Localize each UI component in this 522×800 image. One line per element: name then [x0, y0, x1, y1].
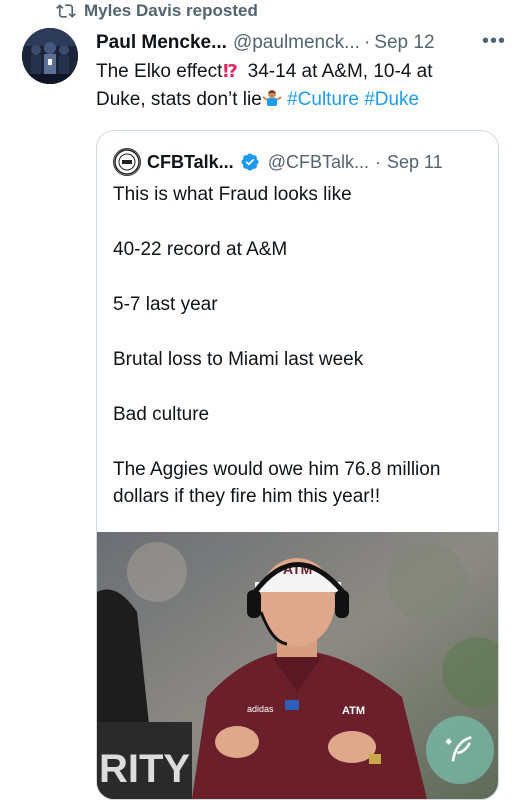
quoted-post-header: CFBTalk... @CFBTalk... · Sep 11	[113, 148, 443, 176]
brand-logo: adidas	[247, 704, 274, 714]
feather-plus-icon	[445, 736, 472, 762]
quoted-post[interactable]: CFBTalk... @CFBTalk... · Sep 11 This is …	[96, 130, 499, 800]
quoted-paragraph: This is what Fraud looks like	[113, 184, 352, 205]
svg-text:⁉: ⁉	[223, 61, 238, 80]
jersey-text: RITY	[99, 747, 190, 791]
repost-indicator[interactable]: Myles Davis reposted	[56, 0, 258, 22]
quoted-paragraph: Bad culture	[113, 404, 210, 425]
quoted-paragraph: Brutal loss to Miami last week	[113, 349, 364, 370]
quoted-author-handle[interactable]: @CFBTalk...	[268, 152, 369, 173]
more-options-icon[interactable]: •••	[482, 30, 506, 53]
quoted-post-date[interactable]: Sep 11	[387, 152, 443, 173]
separator-dot: ·	[374, 151, 381, 172]
person-shrugging-emoji-icon	[262, 90, 282, 106]
quoted-post-text: This is what Fraud looks like 40-22 reco…	[113, 181, 483, 538]
hashtag-culture[interactable]: #Culture	[287, 89, 359, 110]
separator-dot: ·	[363, 32, 371, 53]
shirt-logo: ATM	[342, 705, 365, 717]
quoted-paragraph: 40-22 record at A&M	[113, 239, 288, 260]
post-date[interactable]: Sep 12	[374, 32, 434, 54]
quoted-paragraph: 5-7 last year	[113, 294, 218, 315]
quoted-author-name[interactable]: CFBTalk...	[147, 152, 234, 173]
post-text-part: Duke, stats don’t lie	[96, 89, 262, 110]
hashtag-duke[interactable]: #Duke	[364, 89, 419, 110]
avatar[interactable]	[22, 28, 78, 84]
author-name[interactable]: Paul Mencke...	[96, 32, 227, 54]
exclamation-question-emoji-icon: ⁉	[223, 61, 238, 80]
quoted-avatar	[113, 148, 141, 176]
post-text-part: 34-14 at A&M, 10-4 at	[242, 61, 433, 82]
author-handle[interactable]: @paulmenck...	[233, 32, 360, 54]
repost-label: Myles Davis reposted	[84, 1, 258, 20]
verified-badge-icon	[241, 153, 259, 171]
post-text: The Elko effect ⁉ 34-14 at A&M, 10-4 at D…	[96, 58, 496, 114]
repost-icon	[56, 4, 76, 18]
compose-button[interactable]	[426, 716, 494, 784]
post-text-part: The Elko effect	[96, 61, 223, 82]
post-header: Paul Mencke... @paulmenck... · Sep 12 ••…	[96, 30, 506, 56]
quoted-paragraph: The Aggies would owe him 76.8 million do…	[113, 459, 441, 507]
